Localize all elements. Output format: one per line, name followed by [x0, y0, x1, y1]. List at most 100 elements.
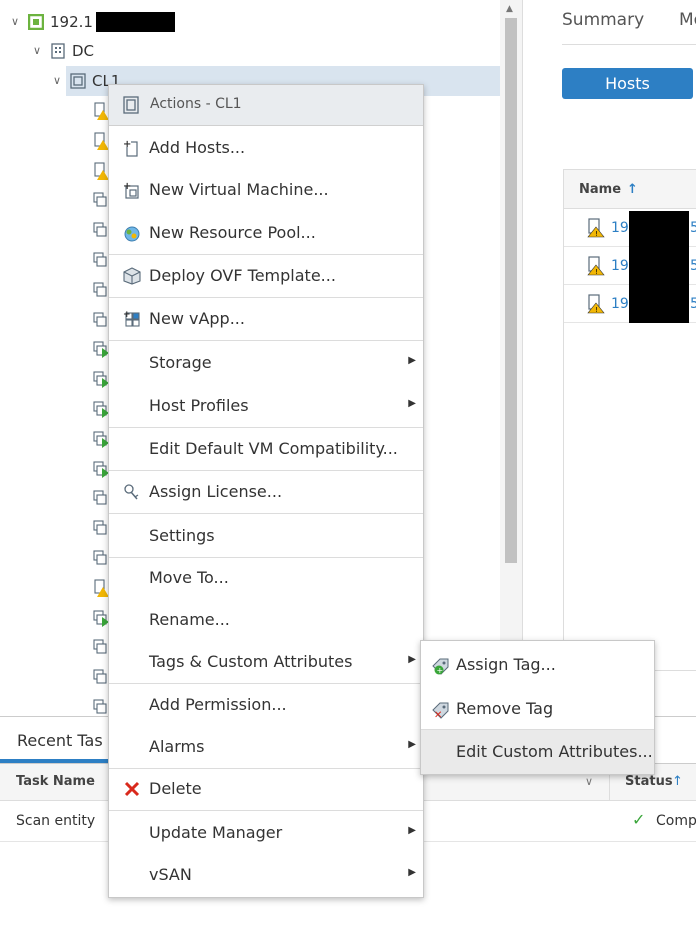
grid-header-name[interactable]: Name ↑ — [564, 170, 696, 209]
vcenter-icon — [27, 13, 45, 31]
menu-item-assign-tag[interactable]: + Assign Tag... — [421, 643, 654, 687]
redaction-box — [629, 211, 689, 323]
menu-item-label: vSAN — [149, 865, 192, 884]
menu-item-label: Storage — [149, 353, 212, 372]
task-status: Comp — [656, 813, 696, 829]
menu-item-new-vapp[interactable]: + New vApp... — [109, 298, 423, 340]
menu-separator — [109, 340, 423, 341]
submenu-arrow-icon: ▶ — [408, 825, 416, 836]
vm-powered-on-icon[interactable] — [93, 340, 109, 358]
menu-item-move-to[interactable]: Move To... — [109, 557, 423, 599]
menu-item-label: Tags & Custom Attributes — [149, 652, 353, 671]
submenu-arrow-icon: ▶ — [408, 355, 416, 366]
vm-icon[interactable] — [93, 221, 107, 237]
license-key-icon — [123, 483, 141, 501]
menu-item-label: New Virtual Machine... — [149, 180, 329, 199]
hosts-button[interactable]: Hosts — [562, 68, 693, 99]
menu-item-label: Deploy OVF Template... — [149, 266, 336, 285]
submenu-arrow-icon: ▶ — [408, 654, 416, 665]
detail-panel: Summary Mo Hosts Name ↑ ! 192 5 ! 192 5 … — [522, 0, 696, 716]
tree-node-label: 192.1 — [50, 13, 93, 31]
vm-icon[interactable] — [93, 519, 107, 535]
menu-item-label: Host Profiles — [149, 396, 249, 415]
vm-icon[interactable] — [93, 281, 107, 297]
host-name-suffix: 5 — [690, 219, 696, 236]
scrollbar-thumb[interactable] — [505, 18, 517, 563]
add-host-icon: + — [123, 139, 141, 157]
menu-item-label: Delete — [149, 779, 202, 798]
ovf-icon — [123, 267, 141, 285]
tab-summary[interactable]: Summary — [562, 10, 644, 30]
tree-node-vcenter[interactable]: ∨ 192.1 — [8, 8, 93, 36]
cluster-icon — [70, 73, 86, 89]
tree-node-datacenter[interactable]: ∨ DC — [30, 37, 94, 65]
tags-submenu: + Assign Tag... ✕ Remove Tag Edit Custom… — [420, 640, 655, 775]
scroll-up-icon[interactable]: ▲ — [506, 4, 513, 14]
menu-item-edit-default-vm-compatibility[interactable]: Edit Default VM Compatibility... — [109, 428, 423, 470]
tree-scrollbar[interactable]: ▲ — [500, 0, 522, 716]
assign-tag-icon: + — [431, 657, 451, 675]
vm-powered-on-icon[interactable] — [93, 609, 109, 627]
vm-icon[interactable] — [93, 311, 107, 327]
menu-item-delete[interactable]: Delete — [109, 768, 423, 810]
vm-powered-on-icon[interactable] — [93, 460, 109, 478]
vm-powered-on-icon[interactable] — [93, 370, 109, 388]
chevron-down-icon[interactable]: ∨ — [8, 15, 22, 29]
menu-item-label: Add Permission... — [149, 695, 287, 714]
menu-item-add-permission[interactable]: Add Permission... — [109, 684, 423, 726]
datacenter-icon — [50, 43, 66, 59]
tab-monitor[interactable]: Mo — [679, 10, 696, 30]
menu-item-alarms[interactable]: Alarms ▶ — [109, 726, 423, 768]
task-name: Scan entity — [16, 813, 96, 829]
menu-item-label: Update Manager — [149, 823, 283, 842]
vm-icon[interactable] — [93, 668, 107, 684]
cluster-icon — [123, 96, 139, 118]
tab-divider — [562, 44, 696, 45]
tab-recent-tasks[interactable]: Recent Tas — [17, 731, 103, 750]
vm-icon[interactable] — [93, 549, 107, 565]
menu-item-host-profiles[interactable]: Host Profiles ▶ — [109, 385, 423, 427]
vm-icon[interactable] — [93, 489, 107, 505]
vm-icon[interactable] — [93, 638, 107, 654]
menu-item-label: Assign License... — [149, 482, 283, 501]
menu-item-tags-custom-attributes[interactable]: Tags & Custom Attributes ▶ — [109, 641, 423, 683]
menu-item-new-virtual-machine[interactable]: + New Virtual Machine... — [109, 169, 423, 211]
submenu-arrow-icon: ▶ — [408, 867, 416, 878]
host-warning-icon[interactable] — [93, 102, 109, 120]
host-warning-icon: ! — [587, 256, 605, 280]
vm-icon[interactable] — [93, 191, 107, 207]
menu-item-remove-tag[interactable]: ✕ Remove Tag — [421, 687, 654, 731]
svg-text:!: ! — [595, 230, 598, 238]
menu-item-add-hosts[interactable]: + Add Hosts... — [109, 127, 423, 169]
svg-text:!: ! — [595, 268, 598, 276]
menu-item-edit-custom-attributes[interactable]: Edit Custom Attributes... — [421, 730, 654, 774]
menu-item-storage[interactable]: Storage ▶ — [109, 342, 423, 384]
host-warning-icon[interactable] — [93, 162, 109, 180]
remove-tag-icon: ✕ — [431, 701, 451, 721]
vm-icon[interactable] — [93, 251, 107, 267]
sort-asc-icon: ↑ — [627, 181, 638, 197]
menu-item-settings[interactable]: Settings — [109, 515, 423, 557]
menu-item-label: Add Hosts... — [149, 138, 246, 157]
host-warning-icon[interactable] — [93, 132, 109, 150]
column-status[interactable]: Status — [625, 774, 673, 789]
svg-text:+: + — [437, 666, 444, 675]
chevron-down-icon[interactable]: ∨ — [50, 74, 64, 88]
menu-item-vsan[interactable]: vSAN ▶ — [109, 854, 423, 896]
svg-text:!: ! — [595, 306, 598, 314]
chevron-down-icon[interactable]: ∨ — [30, 44, 44, 58]
menu-item-new-resource-pool[interactable]: New Resource Pool... — [109, 212, 423, 254]
menu-item-assign-license[interactable]: Assign License... — [109, 471, 423, 513]
vm-powered-on-icon[interactable] — [93, 430, 109, 448]
vm-icon[interactable] — [93, 698, 107, 714]
submenu-arrow-icon: ▶ — [408, 398, 416, 409]
menu-item-deploy-ovf-template[interactable]: Deploy OVF Template... — [109, 255, 423, 297]
column-task-name[interactable]: Task Name — [16, 774, 95, 789]
chevron-down-icon[interactable]: ∨ — [585, 775, 593, 788]
menu-item-rename[interactable]: Rename... — [109, 599, 423, 641]
vm-powered-on-icon[interactable] — [93, 400, 109, 418]
sort-asc-icon: ↑ — [672, 774, 683, 789]
context-menu-header: Actions - CL1 — [109, 85, 423, 126]
menu-item-update-manager[interactable]: Update Manager ▶ — [109, 812, 423, 854]
host-warning-icon[interactable] — [93, 579, 109, 597]
